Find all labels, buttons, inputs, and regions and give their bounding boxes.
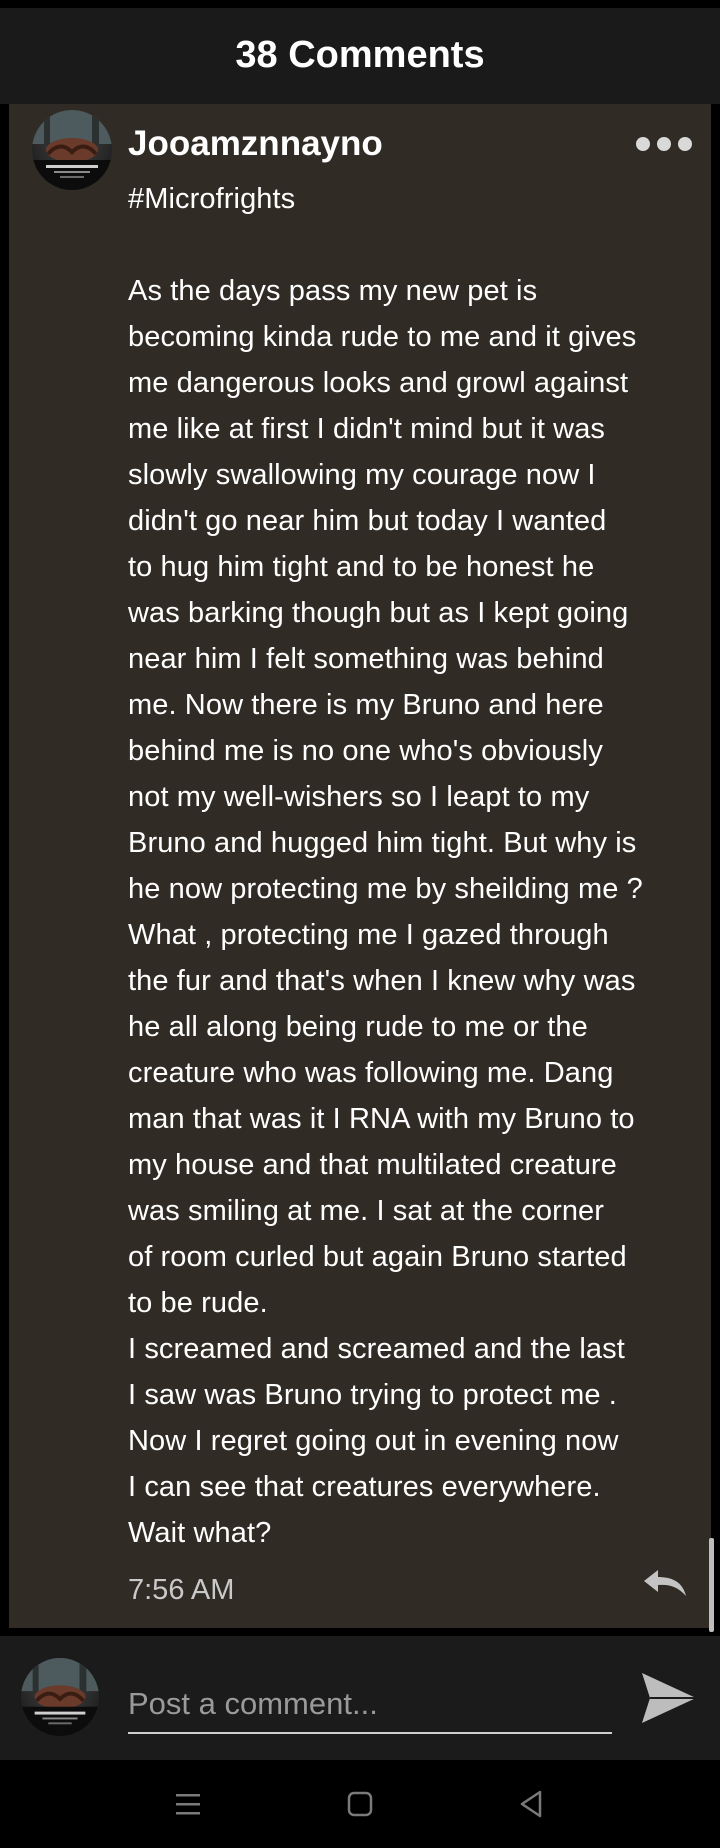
author-avatar[interactable] [32,110,112,190]
reply-icon[interactable] [642,1568,688,1598]
scrollbar[interactable] [709,1538,714,1632]
comment-author-name[interactable]: Jooamznnayno [128,124,383,164]
avatar-image-icon [21,1658,99,1736]
comments-header: 38 Comments [0,0,720,104]
more-options-icon[interactable] [636,136,692,152]
comment-timestamp: 7:56 AM [128,1574,235,1606]
system-navigation-bar [0,1760,720,1848]
comment-text: #Microfrights As the days pass my new pe… [128,183,643,1549]
back-icon[interactable] [512,1784,552,1824]
comment-input[interactable] [128,1676,612,1734]
avatar-image-icon [32,110,112,190]
home-icon[interactable] [340,1784,380,1824]
composer-avatar [21,1658,99,1736]
comments-count-title: 38 Comments [235,34,485,76]
send-icon[interactable] [640,1671,698,1725]
menu-icon[interactable] [168,1784,208,1824]
